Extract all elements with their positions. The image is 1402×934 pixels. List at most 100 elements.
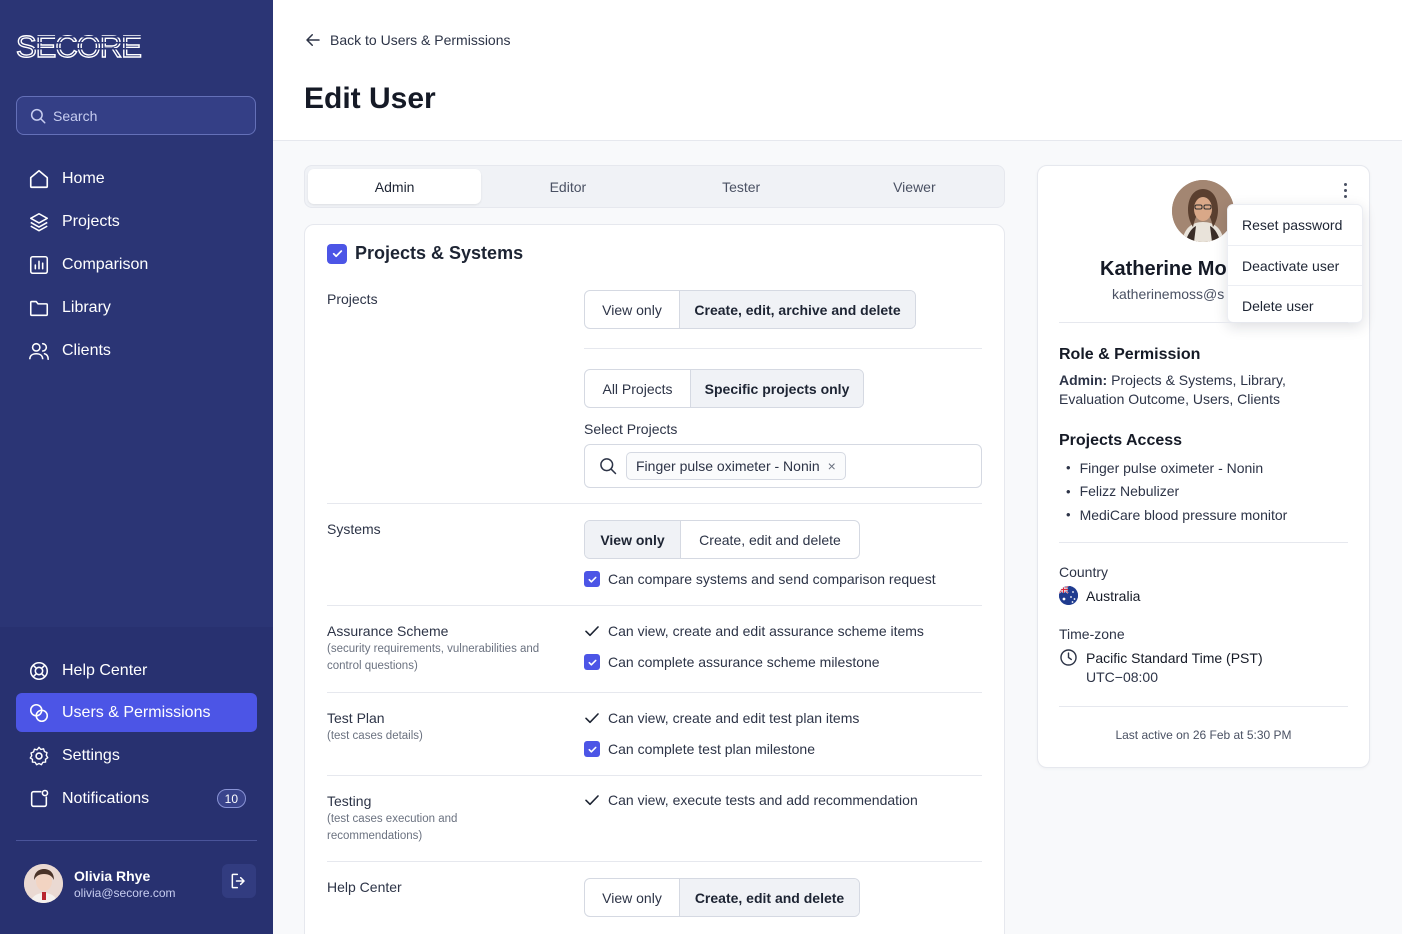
tab-viewer[interactable]: Viewer bbox=[828, 169, 1001, 204]
sidebar-item-label: Help Center bbox=[62, 661, 148, 679]
assurance-scheme-description: (security requirements, vulnerabilities … bbox=[327, 643, 540, 672]
compare-systems-option[interactable]: Can compare systems and send comparison … bbox=[584, 571, 936, 587]
back-link[interactable]: Back to Users & Permissions bbox=[304, 31, 511, 49]
sidebar-item-users-permissions[interactable]: Users & Permissions bbox=[16, 693, 257, 732]
secore-logo[interactable]: SECORE bbox=[16, 28, 142, 62]
role-tabs: Admin Editor Tester Viewer bbox=[304, 165, 1005, 208]
select-projects-label: Select Projects bbox=[584, 421, 678, 437]
all-projects-button[interactable]: All Projects bbox=[585, 370, 690, 407]
divider bbox=[1059, 706, 1348, 707]
projects-access-heading: Projects Access bbox=[1059, 432, 1183, 449]
utc-offset: UTC−08:00 bbox=[1086, 669, 1158, 685]
testing-description: (test cases execution and recommendation… bbox=[327, 813, 458, 842]
test-plan-view-label: Can view, create and edit test plan item… bbox=[608, 710, 860, 726]
projects-access-toggle: View only Create, edit, archive and dele… bbox=[584, 290, 916, 329]
page-title: Edit User bbox=[304, 82, 436, 115]
divider bbox=[327, 605, 982, 606]
systems-label: Systems bbox=[327, 521, 381, 537]
help-center-view-only-button[interactable]: View only bbox=[585, 879, 679, 916]
notification-icon bbox=[27, 787, 51, 811]
compare-systems-label: Can compare systems and send comparison … bbox=[608, 571, 936, 587]
projects-label: Projects bbox=[327, 291, 378, 307]
help-center-label: Help Center bbox=[327, 879, 402, 895]
systems-full-access-button[interactable]: Create, edit and delete bbox=[680, 521, 859, 558]
clock-icon bbox=[1059, 648, 1078, 667]
role-permission-heading: Role & Permission bbox=[1059, 346, 1201, 363]
testing-label: Testing bbox=[327, 793, 372, 809]
current-user-card[interactable]: Olivia Rhye olivia@secore.com bbox=[24, 864, 176, 903]
deactivate-user-menu-item[interactable]: Deactivate user bbox=[1228, 245, 1362, 285]
sidebar-item-label: Comparison bbox=[62, 255, 149, 273]
users-permissions-icon bbox=[27, 701, 51, 725]
systems-view-only-button[interactable]: View only bbox=[585, 521, 680, 558]
tab-admin[interactable]: Admin bbox=[308, 169, 482, 204]
layers-icon bbox=[27, 210, 51, 234]
projects-full-access-button[interactable]: Create, edit, archive and delete bbox=[679, 291, 915, 328]
sidebar-item-label: Library bbox=[62, 298, 111, 316]
current-user-email: olivia@secore.com bbox=[74, 885, 176, 900]
check-icon bbox=[584, 710, 600, 726]
test-plan-label: Test Plan bbox=[327, 710, 385, 726]
sidebar-item-projects[interactable]: Projects bbox=[16, 202, 257, 241]
divider bbox=[327, 861, 982, 862]
test-plan-description: (test cases details) bbox=[327, 730, 423, 742]
assurance-scheme-label: Assurance Scheme bbox=[327, 623, 449, 639]
projects-scope-toggle: All Projects Specific projects only bbox=[584, 369, 864, 408]
divider bbox=[1059, 542, 1348, 543]
gear-icon bbox=[27, 744, 51, 768]
last-active-text: Last active on 26 Feb at 5:30 PM bbox=[1115, 728, 1292, 742]
project-select-input[interactable]: Finger pulse oximeter - Nonin × bbox=[584, 444, 982, 488]
logo-graphic: SECORE bbox=[16, 29, 142, 61]
assurance-complete-option[interactable]: Can complete assurance scheme milestone bbox=[584, 654, 880, 670]
arrow-left-icon bbox=[306, 34, 320, 46]
assurance-complete-checkbox[interactable] bbox=[584, 654, 600, 670]
search-input[interactable]: Search bbox=[16, 96, 256, 135]
tab-tester[interactable]: Tester bbox=[655, 169, 828, 204]
sidebar-item-comparison[interactable]: Comparison bbox=[16, 245, 257, 284]
timezone-name: Pacific Standard Time (PST) bbox=[1086, 649, 1263, 666]
assurance-view-label: Can view, create and edit assurance sche… bbox=[608, 623, 924, 639]
sidebar-item-help-center[interactable]: Help Center bbox=[16, 651, 257, 690]
test-plan-complete-option[interactable]: Can complete test plan milestone bbox=[584, 741, 815, 757]
projects-access-list: Finger pulse oximeter - Nonin Felizz Neb… bbox=[1066, 456, 1288, 527]
tab-editor[interactable]: Editor bbox=[481, 169, 654, 204]
users-icon bbox=[27, 339, 51, 363]
lifebuoy-icon bbox=[27, 659, 51, 683]
sidebar-item-label: Projects bbox=[62, 212, 120, 230]
current-user-info: Olivia Rhye olivia@secore.com bbox=[74, 868, 176, 900]
folder-icon bbox=[27, 296, 51, 320]
sidebar-item-label: Clients bbox=[62, 341, 111, 359]
selected-project-chip: Finger pulse oximeter - Nonin × bbox=[626, 452, 846, 480]
sidebar-item-label: Users & Permissions bbox=[62, 703, 211, 721]
sidebar-item-home[interactable]: Home bbox=[16, 159, 257, 198]
sidebar-item-library[interactable]: Library bbox=[16, 288, 257, 327]
timezone-label: Time-zone bbox=[1059, 626, 1125, 642]
test-plan-complete-checkbox[interactable] bbox=[584, 741, 600, 757]
projects-view-only-button[interactable]: View only bbox=[585, 291, 679, 328]
avatar bbox=[1172, 180, 1234, 242]
section-title: Projects & Systems bbox=[355, 243, 524, 263]
sidebar-item-notifications[interactable]: Notifications 10 bbox=[16, 779, 257, 818]
user-actions-menu: Reset password Deactivate user Delete us… bbox=[1227, 204, 1363, 323]
sidebar-divider bbox=[16, 840, 257, 841]
systems-access-toggle: View only Create, edit and delete bbox=[584, 520, 860, 559]
compare-systems-checkbox[interactable] bbox=[584, 571, 600, 587]
more-options-icon[interactable] bbox=[1336, 180, 1354, 200]
chip-label: Finger pulse oximeter - Nonin bbox=[636, 458, 820, 474]
sidebar-item-settings[interactable]: Settings bbox=[16, 736, 257, 775]
chip-remove-icon[interactable]: × bbox=[828, 458, 836, 474]
avatar bbox=[24, 864, 63, 903]
sidebar-item-clients[interactable]: Clients bbox=[16, 331, 257, 370]
reset-password-menu-item[interactable]: Reset password bbox=[1228, 205, 1362, 245]
divider bbox=[327, 692, 982, 693]
specific-projects-button[interactable]: Specific projects only bbox=[690, 370, 863, 407]
logout-button[interactable] bbox=[222, 864, 256, 898]
section-projects-systems: Projects & Systems bbox=[327, 243, 523, 264]
help-center-full-access-button[interactable]: Create, edit and delete bbox=[679, 879, 859, 916]
delete-user-menu-item[interactable]: Delete user bbox=[1228, 285, 1362, 325]
projects-systems-checkbox[interactable] bbox=[327, 243, 347, 264]
divider bbox=[327, 503, 982, 504]
timezone-value: Pacific Standard Time (PST) bbox=[1059, 648, 1263, 667]
sidebar-item-label: Notifications bbox=[62, 789, 150, 807]
assurance-view-permission: Can view, create and edit assurance sche… bbox=[584, 623, 924, 639]
